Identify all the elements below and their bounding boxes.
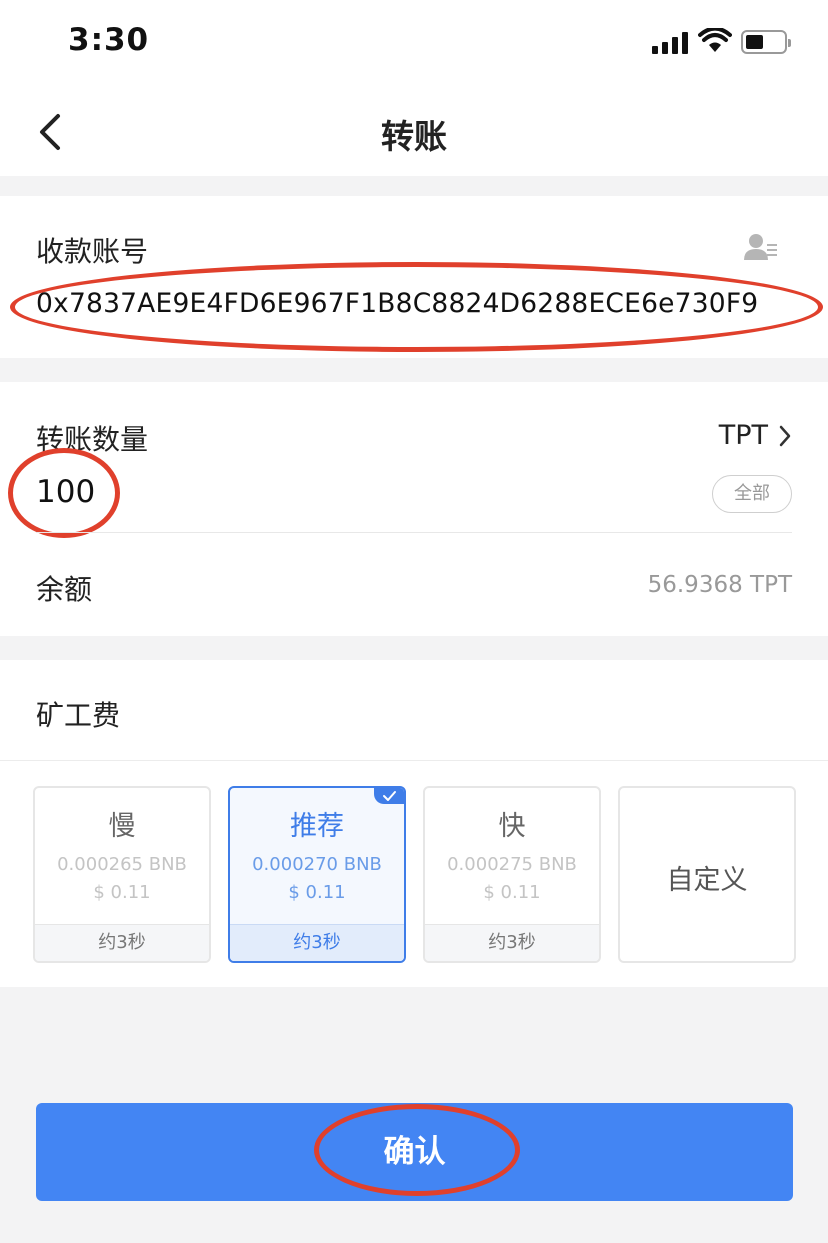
fee-option-amount: 0.000275 BNB <box>447 854 577 875</box>
amount-divider <box>36 532 792 533</box>
check-icon <box>374 788 404 804</box>
nav-bar: 转账 <box>0 88 828 176</box>
fee-option-slow[interactable]: 慢 0.000265 BNB $ 0.11 约3秒 <box>33 786 211 963</box>
fee-option-fast[interactable]: 快 0.000275 BNB $ 0.11 约3秒 <box>423 786 601 963</box>
signal-icon <box>652 32 690 54</box>
fee-option-name: 快 <box>498 811 526 842</box>
fee-option-recommended[interactable]: 推荐 0.000270 BNB $ 0.11 约3秒 <box>228 786 406 963</box>
fee-option-usd: $ 0.11 <box>288 882 346 903</box>
battery-icon <box>741 30 791 54</box>
fee-section: 矿工费 慢 0.000265 BNB $ 0.11 约3秒 推荐 0.00027… <box>0 660 828 987</box>
amount-label: 转账数量 <box>36 423 149 456</box>
fee-option-usd: $ 0.11 <box>93 882 151 903</box>
token-symbol: TPT <box>718 420 768 451</box>
page-title: 转账 <box>381 117 447 156</box>
fee-option-usd: $ 0.11 <box>483 882 541 903</box>
contact-book-icon[interactable] <box>742 232 778 262</box>
recipient-section: 收款账号 0x7837AE9E4FD6E967F1B8C8824D6288ECE… <box>0 196 828 358</box>
token-selector[interactable]: TPT <box>719 420 792 451</box>
fee-option-amount: 0.000270 BNB <box>252 854 382 875</box>
fee-option-time: 约3秒 <box>35 924 209 961</box>
status-time: 3:30 <box>68 22 150 58</box>
fee-divider <box>0 760 828 761</box>
fee-label: 矿工费 <box>36 699 121 732</box>
balance-label: 余额 <box>36 573 93 606</box>
all-button[interactable]: 全部 <box>712 475 792 513</box>
fee-option-time: 约3秒 <box>425 924 599 961</box>
fee-option-custom[interactable]: 自定义 <box>618 786 796 963</box>
fee-option-name: 推荐 <box>290 811 344 842</box>
confirm-button[interactable]: 确认 <box>36 1103 793 1201</box>
amount-section: 转账数量 TPT 100 全部 余额 56.9368 TPT <box>0 382 828 636</box>
fee-option-amount: 0.000265 BNB <box>57 854 187 875</box>
fee-custom-label: 自定义 <box>666 865 748 896</box>
wifi-icon <box>698 28 732 52</box>
fee-option-name: 慢 <box>108 811 136 842</box>
status-bar: 3:30 <box>0 0 828 88</box>
amount-input[interactable]: 100 <box>36 474 95 510</box>
balance-value: 56.9368 TPT <box>647 572 792 598</box>
recipient-label: 收款账号 <box>36 235 149 268</box>
fee-option-time: 约3秒 <box>230 924 404 961</box>
chevron-right-icon <box>779 425 791 446</box>
recipient-address-input[interactable]: 0x7837AE9E4FD6E967F1B8C8824D6288ECE6e730… <box>36 288 796 319</box>
